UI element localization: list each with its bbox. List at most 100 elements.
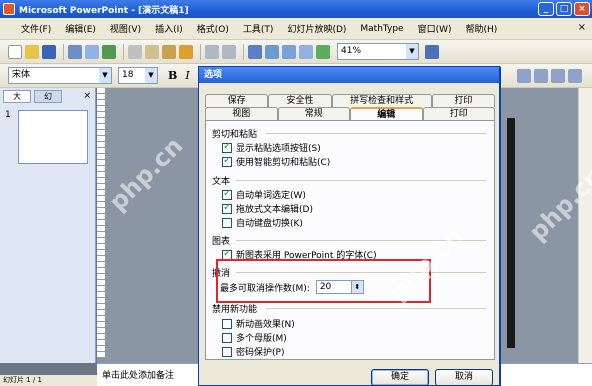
chevron-down-icon[interactable]: ▼ [406, 44, 418, 59]
font-size-value: 18 [122, 70, 134, 80]
checkbox-box[interactable] [222, 188, 232, 200]
spelling-icon[interactable] [102, 44, 116, 59]
tab-save[interactable]: 保存 [205, 94, 269, 107]
numbering-icon[interactable] [534, 68, 548, 83]
group-disabled-features: 禁用新功能 [212, 305, 258, 315]
tab-print-back[interactable]: 打印 [431, 94, 495, 107]
help-icon[interactable] [425, 44, 439, 59]
tab-edit[interactable]: 编辑 [350, 107, 423, 120]
redo-icon[interactable] [222, 44, 236, 59]
tab-slides[interactable]: 幻 [34, 89, 62, 103]
tab-print[interactable]: 打印 [422, 107, 495, 120]
font-name-select[interactable]: 宋体 ▼ [8, 67, 112, 84]
menu-insert[interactable]: 插入(I) [148, 22, 190, 35]
insert-wordart-icon[interactable] [299, 44, 313, 59]
menu-tools[interactable]: 工具(T) [236, 22, 281, 35]
checkbox-label: 自动键盘切换(K) [236, 219, 303, 229]
checkbox-box[interactable] [222, 155, 232, 167]
paste-icon[interactable] [162, 44, 176, 59]
close-icon[interactable]: × [83, 91, 91, 101]
checkbox-box[interactable] [222, 248, 232, 260]
align-icon[interactable] [517, 68, 531, 83]
tab-outline[interactable]: 大 [3, 89, 31, 103]
password-protect-checkbox[interactable]: 密码保护(P) [222, 345, 284, 358]
minimize-button[interactable]: _ [538, 2, 554, 16]
checkbox-box[interactable] [222, 141, 232, 153]
close-button[interactable]: × [574, 2, 590, 16]
cut-icon[interactable] [128, 44, 142, 59]
copy-icon[interactable] [145, 44, 159, 59]
dialog-title: 选项 [199, 67, 499, 83]
chevron-down-icon[interactable]: ▼ [99, 68, 111, 83]
group-chart: 图表 [212, 237, 231, 247]
menu-window[interactable]: 窗口(W) [411, 22, 459, 35]
multiple-masters-checkbox[interactable]: 多个母版(M) [222, 331, 287, 344]
new-icon[interactable] [8, 44, 22, 59]
dialog-tabs-front: 视图 常规 编辑 打印 [205, 107, 495, 120]
tab-general[interactable]: 常规 [277, 107, 350, 120]
checkbox-box[interactable] [222, 346, 232, 357]
standard-toolbar: 41% ▼ [0, 40, 592, 64]
zoom-value: 41% [341, 46, 362, 56]
tab-view[interactable]: 视图 [205, 107, 278, 120]
menu-bar: 文件(F) 编辑(E) 视图(V) 插入(I) 格式(O) 工具(T) 幻灯片放… [0, 18, 592, 40]
increase-font-icon[interactable] [551, 68, 565, 83]
vertical-scrollbar[interactable] [578, 88, 592, 363]
table-icon[interactable] [265, 44, 279, 59]
group-cut-paste: 剪切和粘贴 [212, 130, 258, 140]
toolbar-separator [200, 43, 201, 60]
tab-security[interactable]: 安全性 [268, 94, 332, 107]
menu-slideshow[interactable]: 幻灯片放映(D) [280, 22, 353, 35]
menu-file[interactable]: 文件(F) [14, 22, 58, 35]
save-icon[interactable] [42, 44, 56, 59]
color-grayscale-icon[interactable] [316, 44, 330, 59]
drag-drop-text-checkbox[interactable]: 拖放式文本编辑(D) [222, 202, 313, 215]
ok-button[interactable]: 确定 [371, 369, 429, 386]
undo-icon[interactable] [205, 44, 219, 59]
checkbox-box[interactable] [222, 332, 232, 343]
group-divider [236, 180, 486, 181]
checkbox-box[interactable] [222, 217, 232, 228]
window-title: Microsoft PowerPoint - [演示文稿1] [19, 5, 189, 16]
slide-thumbnail[interactable] [18, 110, 88, 164]
checkbox-label: 自动单词选定(W) [236, 191, 306, 201]
menu-view[interactable]: 视图(V) [103, 22, 148, 35]
auto-select-word-checkbox[interactable]: 自动单词选定(W) [222, 188, 306, 201]
italic-button[interactable]: I [185, 69, 189, 82]
preview-icon[interactable] [85, 44, 99, 59]
edit-tab-panel: 剪切和粘贴 显示粘贴选项按钮(S) 使用智能剪切和粘贴(C) 文本 自动单词选定… [205, 120, 495, 360]
status-text: 幻灯片 1 / 1 [3, 376, 42, 384]
cancel-button[interactable]: 取消 [435, 369, 493, 386]
maximize-button[interactable]: □ [556, 2, 572, 16]
checkbox-label: 多个母版(M) [236, 334, 287, 344]
new-animation-effects-checkbox[interactable]: 新动画效果(N) [222, 317, 295, 330]
menu-edit[interactable]: 编辑(E) [58, 22, 103, 35]
checkbox-label: 显示粘贴选项按钮(S) [236, 144, 321, 154]
format-painter-icon[interactable] [179, 44, 193, 59]
open-icon[interactable] [25, 44, 39, 59]
print-icon[interactable] [68, 44, 82, 59]
font-size-select[interactable]: 18 ▼ [118, 67, 158, 84]
close-document-icon[interactable]: × [578, 22, 586, 33]
show-paste-options-checkbox[interactable]: 显示粘贴选项按钮(S) [222, 141, 321, 154]
auto-keyboard-switch-checkbox[interactable]: 自动键盘切换(K) [222, 216, 303, 229]
menu-format[interactable]: 格式(O) [190, 22, 236, 35]
bold-button[interactable]: B [168, 69, 177, 82]
window-controls: _ □ × [538, 2, 590, 16]
tab-spelling-style[interactable]: 拼写检查和样式 [331, 94, 432, 107]
checkbox-box[interactable] [222, 318, 232, 329]
menu-help[interactable]: 帮助(H) [459, 22, 505, 35]
zoom-select[interactable]: 41% ▼ [337, 43, 419, 60]
smart-cut-paste-checkbox[interactable]: 使用智能剪切和粘贴(C) [222, 155, 330, 168]
slide-edge [507, 118, 515, 348]
checkbox-label: 拖放式文本编辑(D) [236, 205, 313, 215]
tables-borders-icon[interactable] [282, 44, 296, 59]
checkbox-label: 新动画效果(N) [236, 320, 295, 330]
checkbox-box[interactable] [222, 202, 232, 214]
checkbox-label: 密码保护(P) [236, 348, 285, 358]
chevron-down-icon[interactable]: ▼ [145, 68, 157, 83]
decrease-font-icon[interactable] [568, 68, 582, 83]
notes-placeholder: 单击此处添加备注 [102, 371, 175, 381]
chart-icon[interactable] [248, 44, 262, 59]
menu-mathtype[interactable]: MathType [353, 24, 410, 34]
